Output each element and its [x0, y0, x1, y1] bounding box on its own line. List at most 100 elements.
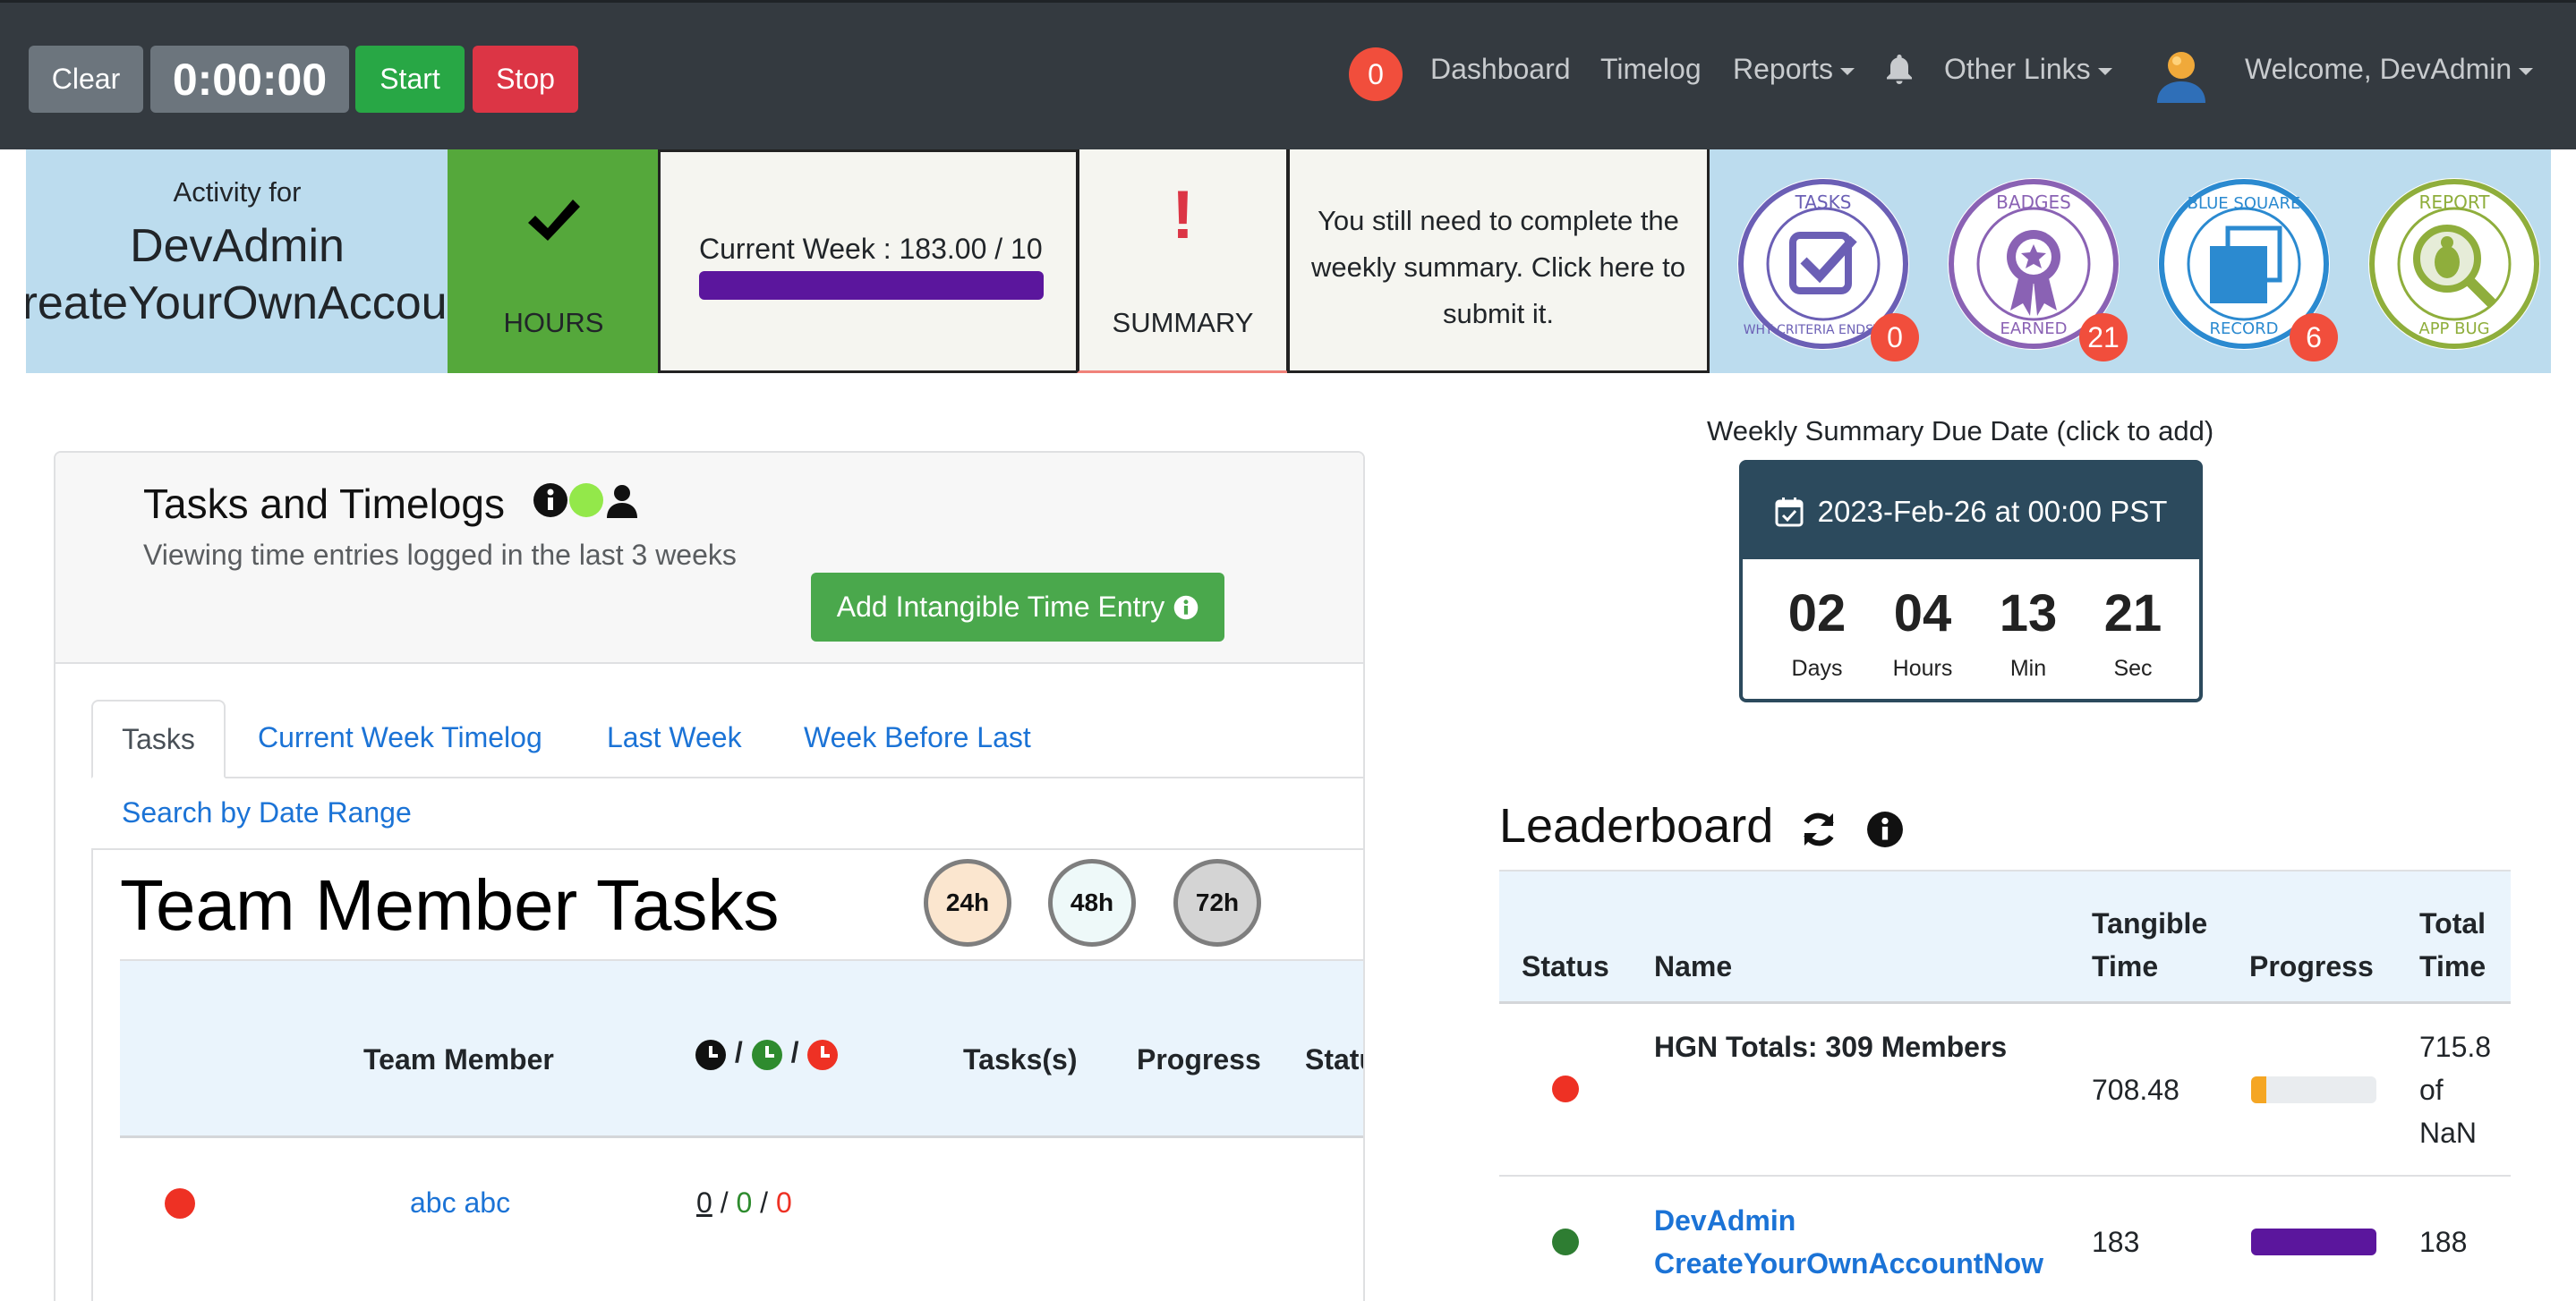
lb-status-dot — [1552, 1076, 1579, 1102]
svg-text:BADGES: BADGES — [1996, 191, 2071, 213]
svg-text:EARNED: EARNED — [2000, 319, 2068, 338]
lb-member-progress-bar[interactable] — [2251, 1229, 2376, 1255]
hours-status-tile[interactable]: HOURS — [448, 149, 660, 373]
info-icon[interactable] — [533, 482, 568, 518]
svg-text:TASKS: TASKS — [1795, 191, 1852, 213]
badges-earned-count: 21 — [2079, 313, 2128, 361]
hours-total-value[interactable]: 0 — [696, 1186, 712, 1219]
lb-column-progress: Progress — [2249, 950, 2374, 982]
due-date-label[interactable]: Weekly Summary Due Date (click to add) — [1707, 415, 2213, 447]
filter-48h-button[interactable]: 48h — [1048, 859, 1136, 947]
lb-member-name-line1[interactable]: DevAdmin — [1654, 1199, 1796, 1242]
lb-totals-progress-fill — [2251, 1076, 2266, 1103]
tab-search-by-date-range[interactable]: Search by Date Range — [122, 796, 412, 829]
hours-label: HOURS — [503, 307, 604, 338]
nav-other-links-label: Other Links — [1944, 53, 2091, 85]
report-app-bug-badge[interactable]: REPORT APP BUG — [2365, 174, 2544, 353]
bell-icon[interactable] — [1884, 53, 1915, 89]
countdown-minutes-label: Min — [2009, 656, 2047, 681]
blue-square-count: 6 — [2290, 313, 2338, 361]
info-icon[interactable] — [1866, 811, 1904, 848]
info-icon — [1173, 595, 1198, 619]
checkmark-icon — [528, 200, 580, 241]
notification-count-badge[interactable]: 0 — [1349, 47, 1403, 101]
separator-slash: / — [790, 1036, 799, 1068]
lb-member-tangible: 183 — [2092, 1226, 2140, 1258]
lb-totals-tangible: 708.48 — [2092, 1074, 2179, 1106]
due-date-value: 2023-Feb-26 at 00:00 PST — [1817, 494, 2168, 528]
separator-slash: / — [760, 1186, 776, 1219]
lb-column-status: Status — [1522, 950, 1609, 982]
current-week-label: Current Week : 183.00 / 10 — [699, 233, 1043, 265]
tab-tasks[interactable]: Tasks — [91, 700, 226, 778]
separator-slash: / — [720, 1186, 737, 1219]
column-tasks: Tasks(s) — [963, 1043, 1078, 1076]
timer-display: 0:00:00 — [150, 46, 349, 113]
clear-timer-button[interactable]: Clear — [29, 46, 143, 113]
tab-week-before-last[interactable]: Week Before Last — [804, 721, 1031, 754]
refresh-icon[interactable] — [1799, 810, 1838, 849]
start-timer-button[interactable]: Start — [355, 46, 465, 113]
svg-text:REPORT: REPORT — [2419, 191, 2491, 213]
nav-timelog-link[interactable]: Timelog — [1600, 53, 1702, 86]
lb-column-tangible-line1: Tangible — [2092, 907, 2208, 940]
tasks-card-subtitle: Viewing time entries logged in the last … — [143, 539, 737, 571]
tab-current-week-timelog[interactable]: Current Week Timelog — [258, 721, 542, 754]
countdown-hours-label: Hours — [1892, 656, 1953, 681]
nav-welcome-dropdown[interactable]: Welcome, DevAdmin — [2245, 53, 2534, 86]
svg-text:RECORD: RECORD — [2210, 319, 2279, 338]
summary-status-tile[interactable]: ! SUMMARY — [1077, 149, 1289, 373]
due-date-countdown[interactable]: 2023-Feb-26 at 00:00 PST 02 Days 04 Hour… — [1739, 460, 2203, 702]
member-status-dot — [165, 1188, 195, 1219]
tabs-divider — [91, 777, 1363, 778]
weekly-summary-reminder[interactable]: You still need to complete the weekly su… — [1287, 149, 1710, 373]
activity-user-name: DevAdmin — [130, 220, 345, 272]
chevron-down-icon — [2519, 67, 2534, 75]
lb-totals-total-line1: 715.8 — [2419, 1031, 2492, 1063]
lb-totals-name: HGN Totals: 309 Members — [1654, 1031, 2008, 1063]
user-icon[interactable] — [604, 482, 640, 518]
nav-reports-dropdown[interactable]: Reports — [1733, 53, 1855, 86]
column-team-member: Team Member — [363, 1043, 554, 1076]
activity-label: Activity for — [173, 176, 302, 208]
nav-dashboard-link[interactable]: Dashboard — [1430, 53, 1571, 86]
countdown-hours: 04 — [1893, 584, 1952, 642]
column-status: Status — [1305, 1043, 1363, 1076]
clock-black-icon — [695, 1039, 726, 1070]
tab-last-week[interactable]: Last Week — [607, 721, 742, 754]
lb-status-dot — [1552, 1229, 1579, 1255]
lb-totals-total-line2: of — [2419, 1074, 2444, 1106]
badge-panel: TASKS WHY CRITERIA ENDSTATE BADGES EARNE… — [1711, 149, 2551, 373]
countdown-seconds-label: Sec — [2113, 656, 2153, 681]
member-name-link[interactable]: abc abc — [410, 1186, 510, 1220]
clock-red-icon — [807, 1039, 839, 1070]
lb-member-name-line2[interactable]: CreateYourOwnAccountNow — [1654, 1242, 2043, 1285]
add-intangible-time-entry-label: Add Intangible Time Entry — [836, 591, 1165, 623]
leaderboard-header: Status Name Tangible Time Progress Total… — [1499, 870, 2511, 1004]
lb-column-name: Name — [1654, 950, 1733, 982]
add-intangible-time-entry-button[interactable]: Add Intangible Time Entry — [811, 573, 1224, 642]
countdown-seconds: 21 — [2103, 584, 2162, 642]
filter-72h-button[interactable]: 72h — [1173, 859, 1261, 947]
lb-totals-total-line3: NaN — [2419, 1117, 2478, 1149]
current-week-tile[interactable]: Current Week : 183.00 / 10 — [658, 149, 1079, 373]
clock-green-icon — [751, 1039, 782, 1070]
nav-other-links-dropdown[interactable]: Other Links — [1944, 53, 2112, 86]
exclamation-icon: ! — [1171, 177, 1195, 253]
top-navbar: Clear 0:00:00 Start Stop 0 Dashboard Tim… — [0, 0, 2576, 149]
user-avatar[interactable] — [2152, 46, 2211, 105]
due-date-header: 2023-Feb-26 at 00:00 PST — [1743, 463, 2199, 559]
nav-reports-label: Reports — [1733, 53, 1834, 85]
filter-24h-button[interactable]: 24h — [924, 859, 1011, 947]
chevron-down-icon — [2097, 67, 2112, 75]
svg-text:BLUE SQUARE: BLUE SQUARE — [2188, 194, 2301, 213]
activity-user-lastname: CreateYourOwnAccount — [26, 277, 448, 329]
countdown-days-label: Days — [1791, 656, 1843, 681]
lb-member-total: 188 — [2419, 1226, 2468, 1258]
hours-tangible-value: 0 — [736, 1186, 753, 1219]
stop-timer-button[interactable]: Stop — [473, 46, 578, 113]
column-progress: Progress — [1137, 1043, 1261, 1076]
lb-column-total-line2: Time — [2419, 950, 2486, 982]
current-week-progress-bar — [699, 271, 1044, 300]
hours-remaining-value: 0 — [775, 1186, 792, 1219]
